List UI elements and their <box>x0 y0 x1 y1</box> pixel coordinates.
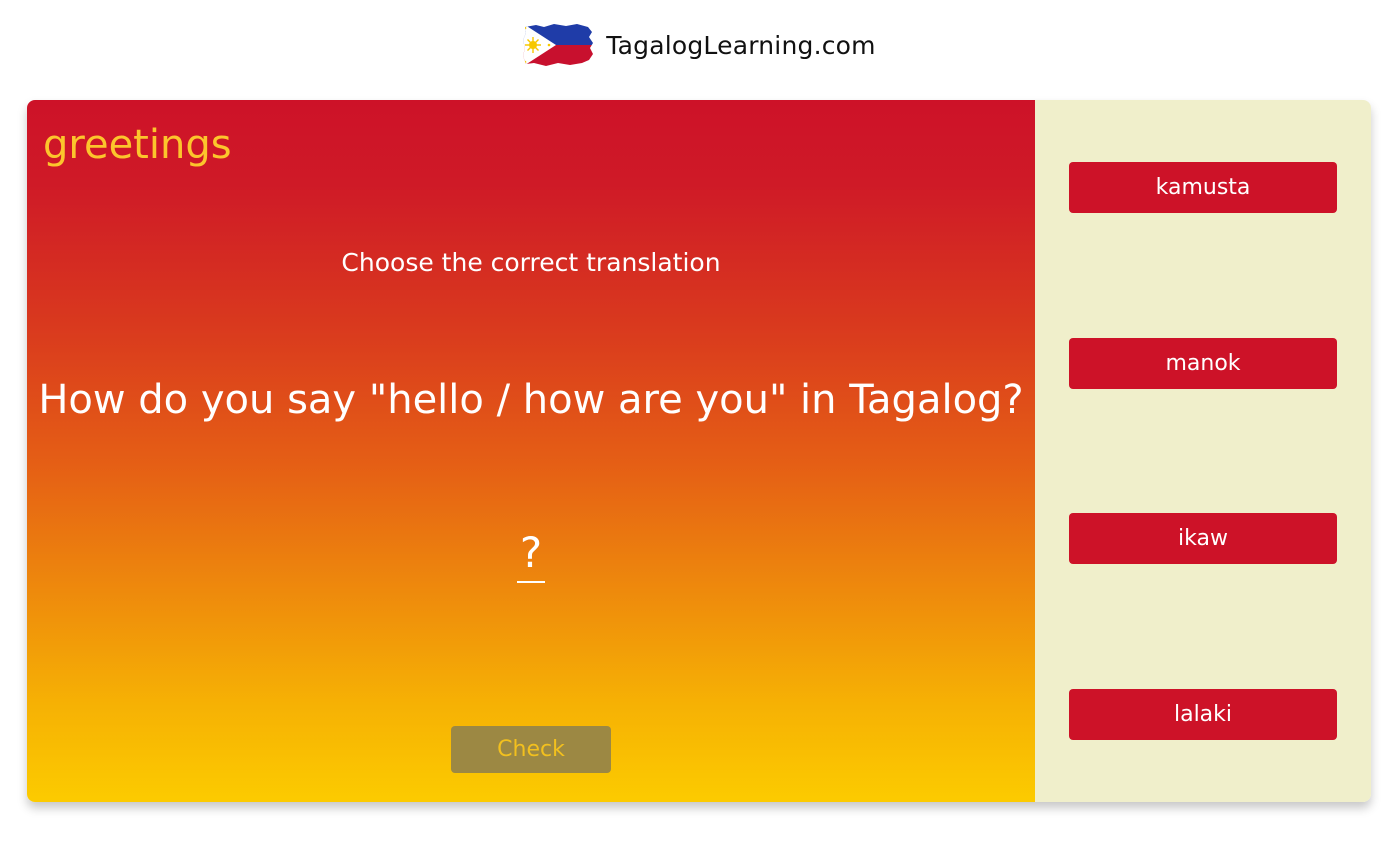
site-header: TagalogLearning.com <box>0 0 1398 90</box>
question-panel: greetings Choose the correct translation… <box>27 100 1035 802</box>
site-name: TagalogLearning.com <box>606 30 876 60</box>
option-button-lalaki[interactable]: lalaki <box>1069 689 1337 740</box>
option-button-ikaw[interactable]: ikaw <box>1069 513 1337 564</box>
lesson-category-title: greetings <box>43 122 232 168</box>
exercise-instruction: Choose the correct translation <box>341 248 721 277</box>
site-logo-link[interactable]: TagalogLearning.com <box>522 23 876 67</box>
option-button-manok[interactable]: manok <box>1069 338 1337 389</box>
answer-slot[interactable]: ? <box>517 528 545 583</box>
exercise-card: greetings Choose the correct translation… <box>27 100 1371 802</box>
option-button-kamusta[interactable]: kamusta <box>1069 162 1337 213</box>
philippines-flag-icon <box>523 24 594 66</box>
question-text: How do you say "hello / how are you" in … <box>38 377 1024 423</box>
check-button[interactable]: Check <box>451 726 611 773</box>
answer-options-panel: kamusta manok ikaw lalaki <box>1035 100 1371 802</box>
